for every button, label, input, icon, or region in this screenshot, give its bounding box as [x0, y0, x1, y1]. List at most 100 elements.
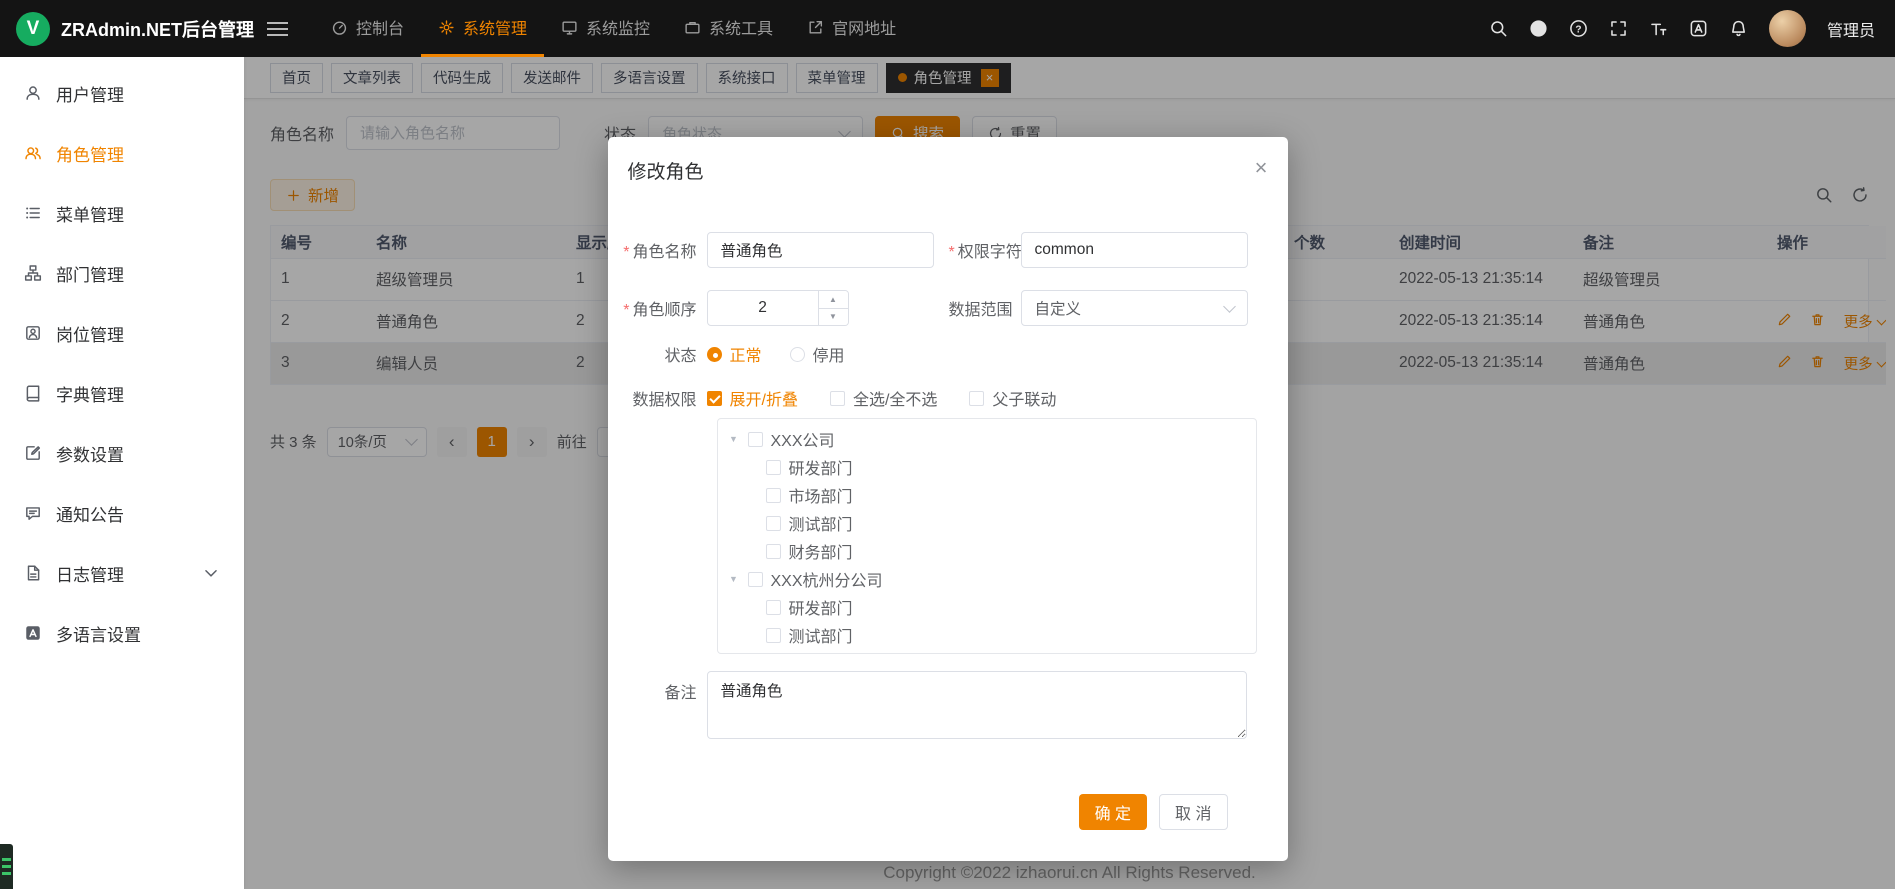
translate-icon — [24, 624, 42, 642]
stepper-down-icon[interactable]: ▼ — [819, 308, 848, 326]
tree-checkbox[interactable] — [748, 432, 763, 447]
sidebar-item-departments[interactable]: 部门管理 — [0, 243, 244, 303]
github-icon[interactable] — [1529, 19, 1548, 38]
app-title: ZRAdmin.NET后台管理 — [61, 16, 254, 42]
tree-node-dept[interactable]: 市场部门 — [718, 481, 1256, 509]
caret-down-icon[interactable]: ▼ — [728, 434, 740, 444]
topnav-item-console[interactable]: 控制台 — [314, 0, 421, 57]
tree-label: XXX公司 — [771, 427, 835, 451]
tree-node-dept[interactable]: 测试部门 — [718, 621, 1256, 649]
comment-icon — [24, 504, 42, 522]
tree-label: 研发部门 — [789, 595, 853, 619]
list-icon — [24, 204, 42, 222]
confirm-button[interactable]: 确 定 — [1079, 794, 1147, 830]
gear-icon — [438, 19, 455, 36]
checkbox-check-all[interactable]: 全选/全不选 — [830, 386, 937, 410]
sidebar-item-dictionary[interactable]: 字典管理 — [0, 363, 244, 423]
sidebar-item-parameters[interactable]: 参数设置 — [0, 423, 244, 483]
tree-node-company[interactable]: ▼ XXX公司 — [718, 425, 1256, 453]
search-icon[interactable] — [1489, 19, 1508, 38]
checkbox-label: 全选/全不选 — [853, 386, 937, 410]
topnav-item-website[interactable]: 官网地址 — [790, 0, 913, 57]
topbar-actions: ? 管理员 — [1489, 0, 1895, 57]
tree-checkbox[interactable] — [748, 572, 763, 587]
sidebar-label: 字典管理 — [56, 381, 124, 406]
perm-char-input[interactable] — [1021, 232, 1248, 268]
language-icon[interactable] — [1689, 19, 1708, 38]
field-label: *角色顺序 — [622, 296, 707, 320]
topnav-item-system-tools[interactable]: 系统工具 — [667, 0, 790, 57]
stepper-up-icon[interactable]: ▲ — [819, 291, 848, 308]
sidebar-item-roles[interactable]: 角色管理 — [0, 123, 244, 183]
checkbox-icon — [969, 391, 984, 406]
edit-role-dialog: 修改角色 × *角色名称 *权限字符 *角色顺序 2 — [608, 137, 1288, 861]
radio-status-normal[interactable]: 正常 — [707, 342, 762, 366]
checkbox-label: 父子联动 — [992, 386, 1056, 410]
id-badge-icon — [24, 324, 42, 342]
tree-label: 财务部门 — [789, 539, 853, 563]
dashboard-icon — [331, 19, 348, 36]
tree-checkbox[interactable] — [766, 544, 781, 559]
topnav-item-system-monitor[interactable]: 系统监控 — [544, 0, 667, 57]
required-mark: * — [949, 244, 955, 261]
tree-node-dept[interactable]: 研发部门 — [718, 453, 1256, 481]
checkbox-parent-child-link[interactable]: 父子联动 — [969, 386, 1056, 410]
tree-checkbox[interactable] — [766, 460, 781, 475]
topnav-label: 官网地址 — [832, 15, 896, 39]
hamburger-icon[interactable] — [254, 0, 302, 57]
tree-node-branch[interactable]: ▼ XXX杭州分公司 — [718, 565, 1256, 593]
tree-label: 测试部门 — [789, 623, 853, 647]
data-scope-select[interactable]: 自定义 — [1021, 290, 1248, 326]
radio-status-disabled[interactable]: 停用 — [790, 342, 845, 366]
tree-node-dept[interactable]: 研发部门 — [718, 593, 1256, 621]
topnav-item-system-admin[interactable]: 系统管理 — [421, 0, 544, 57]
stepper-controls: ▲ ▼ — [818, 291, 848, 325]
remark-textarea[interactable]: 普通角色 — [707, 671, 1247, 739]
tree-node-dept[interactable]: 财务部门 — [718, 537, 1256, 565]
checkbox-icon — [707, 391, 722, 406]
tree-checkbox[interactable] — [766, 516, 781, 531]
radio-icon — [707, 347, 722, 362]
font-size-icon[interactable] — [1649, 19, 1668, 38]
sidebar-item-logs[interactable]: 日志管理 — [0, 543, 244, 603]
sidebar-item-posts[interactable]: 岗位管理 — [0, 303, 244, 363]
radio-label: 正常 — [730, 342, 762, 366]
sidebar: 用户管理 角色管理 菜单管理 部门管理 岗位管理 字典管理 参数设置 通知公告 — [0, 57, 244, 889]
sidebar-item-users[interactable]: 用户管理 — [0, 63, 244, 123]
field-label: 数据权限 — [622, 386, 707, 410]
chevron-down-icon — [1223, 300, 1236, 313]
help-icon[interactable]: ? — [1569, 19, 1588, 38]
user-menu[interactable]: 管理员 — [1827, 17, 1875, 41]
logo-area: V ZRAdmin.NET后台管理 — [0, 0, 254, 57]
checkbox-label: 展开/折叠 — [730, 386, 798, 410]
fullscreen-icon[interactable] — [1609, 19, 1628, 38]
sidebar-label: 通知公告 — [56, 501, 124, 526]
role-name-input[interactable] — [707, 232, 934, 268]
perm-char-field: *权限字符 — [949, 232, 1248, 268]
tree-node-dept[interactable]: 测试部门 — [718, 509, 1256, 537]
bell-icon[interactable] — [1729, 19, 1748, 38]
checkbox-expand-collapse[interactable]: 展开/折叠 — [707, 386, 798, 410]
sidebar-item-menus[interactable]: 菜单管理 — [0, 183, 244, 243]
cancel-button[interactable]: 取 消 — [1159, 794, 1227, 830]
top-navigation: 控制台 系统管理 系统监控 系统工具 官网地址 — [314, 0, 913, 57]
sidebar-label: 日志管理 — [56, 561, 124, 586]
status-field: 状态 正常 停用 — [622, 342, 1258, 366]
tree-label: XXX杭州分公司 — [771, 567, 883, 591]
sidebar-item-i18n[interactable]: 多语言设置 — [0, 603, 244, 663]
dialog-footer: 确 定 取 消 — [622, 739, 1258, 830]
required-mark: * — [623, 302, 629, 319]
tree-checkbox[interactable] — [766, 488, 781, 503]
avatar[interactable] — [1769, 10, 1806, 47]
sidebar-item-notices[interactable]: 通知公告 — [0, 483, 244, 543]
tree-checkbox[interactable] — [766, 628, 781, 643]
tree-checkbox[interactable] — [766, 600, 781, 615]
sidebar-label: 部门管理 — [56, 261, 124, 286]
topnav-label: 控制台 — [356, 15, 404, 39]
data-scope-field: 数据范围 自定义 — [949, 290, 1248, 326]
role-name-field: *角色名称 — [622, 232, 934, 268]
role-order-value[interactable]: 2 — [708, 291, 818, 325]
tree-label: 测试部门 — [789, 511, 853, 535]
caret-down-icon[interactable]: ▼ — [728, 574, 740, 584]
close-icon[interactable]: × — [1255, 157, 1268, 179]
